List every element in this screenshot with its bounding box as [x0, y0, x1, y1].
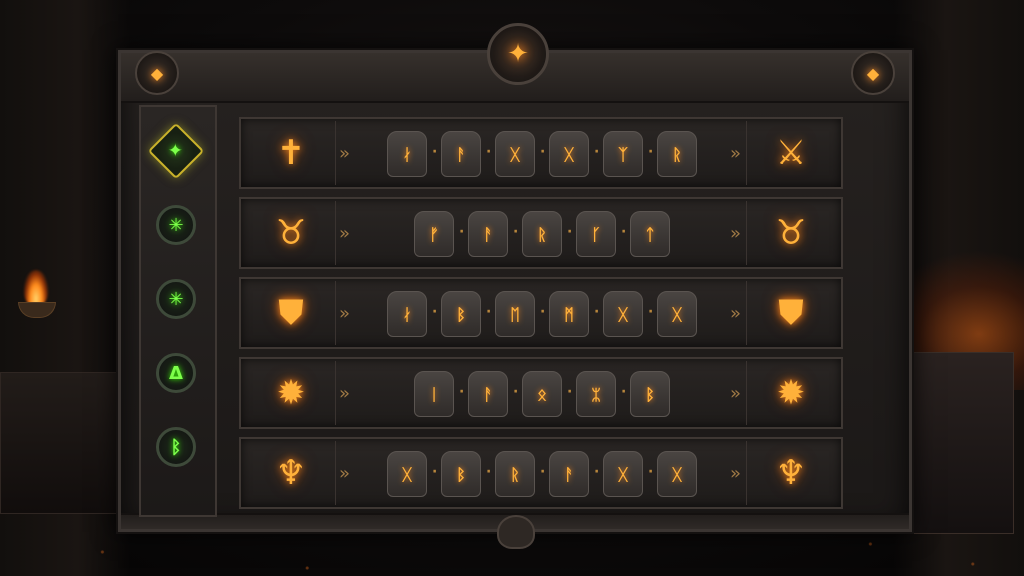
chevron-right-icon: » — [729, 143, 741, 164]
compass-glyph-icon: ✳ — [168, 288, 184, 310]
runestone[interactable]: ᚷ — [387, 451, 427, 497]
chevron-right-icon: » — [729, 223, 741, 244]
ember-gem-icon: ◆ — [135, 51, 179, 95]
runestone[interactable]: ᚱ — [486, 451, 535, 497]
runestone[interactable]: ᛒ — [432, 451, 481, 497]
rune-sequence: ᛅᚨᚷᚷᛉᚱ — [369, 129, 715, 179]
runestone[interactable]: ᚷ — [648, 451, 697, 497]
chevron-right-icon: » — [339, 463, 351, 484]
brazier — [14, 258, 58, 318]
recipe-row[interactable]: ♉»ᚠᚨᚱᚴᛏ»♉ — [239, 197, 843, 269]
brazier-fire — [24, 270, 48, 306]
runestone[interactable]: ᚱ — [513, 211, 562, 257]
trident-icon[interactable]: ♆ — [746, 441, 835, 505]
shield-icon[interactable]: ⛊ — [746, 281, 835, 345]
panel-footer-ornament — [121, 513, 909, 549]
chevron-right-icon: » — [729, 303, 741, 324]
recipe-row[interactable]: ♆»ᚷᛒᚱᚨᚷᚷ»♆ — [239, 437, 843, 509]
runestone[interactable]: ᛉ — [594, 131, 643, 177]
recipe-row[interactable]: ⛊»ᛅᛒᛖᛗᚷᚷ»⛊ — [239, 277, 843, 349]
chevron-right-icon: » — [729, 463, 741, 484]
category-button-4[interactable]: Δ — [156, 353, 196, 393]
runestone[interactable]: ᚨ — [432, 131, 481, 177]
horned-helm-icon[interactable]: ♉ — [746, 201, 835, 265]
b-rune-icon: ᛒ — [170, 436, 182, 458]
runestone[interactable]: ᛏ — [621, 211, 670, 257]
category-button-1[interactable]: ✦ — [147, 122, 205, 180]
category-sidebar: ✦ ✳ ✳ Δ ᛒ — [139, 105, 217, 517]
horned-helm-icon[interactable]: ♉ — [247, 201, 336, 265]
rune-sequence: ᚷᛒᚱᚨᚷᚷ — [369, 449, 715, 499]
recipe-row[interactable]: ✹»ᛁᚨᛟᛯᛒ»✹ — [239, 357, 843, 429]
rune-crafting-panel: ◆ ◆ ✦ ✦✳✳Δᛒ ✝»ᛅᚨᚷᚷᛉᚱ»⚔♉»ᚠᚨᚱᚴᛏ»♉⛊»ᛅᛒᛖᛗᚷᚷ»… — [118, 23, 912, 549]
runestone[interactable]: ᛅ — [387, 131, 427, 177]
runestone[interactable]: ᚨ — [540, 451, 589, 497]
runestone[interactable]: ᚨ — [459, 371, 508, 417]
dagger-cross-icon[interactable]: ✝ — [247, 121, 336, 185]
sunburst-icon[interactable]: ✹ — [247, 361, 336, 425]
runestone[interactable]: ᚷ — [594, 451, 643, 497]
runestone[interactable]: ᛖ — [486, 291, 535, 337]
compass-glyph-icon: ✳ — [168, 214, 184, 236]
runestone[interactable]: ᚴ — [567, 211, 616, 257]
runestone[interactable]: ᛟ — [513, 371, 562, 417]
compass-star-icon: ✦ — [487, 23, 549, 85]
sword-icon[interactable]: ⚔ — [746, 121, 835, 185]
runestone[interactable]: ᛯ — [567, 371, 616, 417]
triangle-rune-icon: Δ — [169, 362, 183, 384]
runestone[interactable]: ᛅ — [387, 291, 427, 337]
runestone[interactable]: ᛁ — [414, 371, 454, 417]
runestone[interactable]: ᚷ — [540, 131, 589, 177]
chevron-right-icon: » — [339, 383, 351, 404]
sunburst-icon[interactable]: ✹ — [746, 361, 835, 425]
chevron-right-icon: » — [339, 143, 351, 164]
left-workbench — [0, 372, 122, 514]
compass-glyph-icon: ✦ — [168, 140, 184, 162]
chevron-right-icon: » — [339, 303, 351, 324]
rune-sequence: ᛅᛒᛖᛗᚷᚷ — [369, 289, 715, 339]
runestone[interactable]: ᚨ — [459, 211, 508, 257]
runestone[interactable]: ᛒ — [432, 291, 481, 337]
category-button-3[interactable]: ✳ — [156, 279, 196, 319]
runestone[interactable]: ᚷ — [648, 291, 697, 337]
chevron-right-icon: » — [339, 223, 351, 244]
trident-icon[interactable]: ♆ — [247, 441, 336, 505]
runestone[interactable]: ᚱ — [648, 131, 697, 177]
rune-sequence: ᚠᚨᚱᚴᛏ — [369, 209, 715, 259]
runestone[interactable]: ᛒ — [621, 371, 670, 417]
category-button-5[interactable]: ᛒ — [156, 427, 196, 467]
recipe-row[interactable]: ✝»ᛅᚨᚷᚷᛉᚱ»⚔ — [239, 117, 843, 189]
ember-gem-icon: ◆ — [851, 51, 895, 95]
brazier-bowl — [18, 302, 56, 318]
category-button-2[interactable]: ✳ — [156, 205, 196, 245]
runestone[interactable]: ᚷ — [594, 291, 643, 337]
runestone[interactable]: ᚷ — [486, 131, 535, 177]
shield-icon[interactable]: ⛊ — [247, 281, 336, 345]
runestone[interactable]: ᛗ — [540, 291, 589, 337]
chevron-right-icon: » — [729, 383, 741, 404]
rune-sequence: ᛁᚨᛟᛯᛒ — [369, 369, 715, 419]
skull-ornament-icon — [497, 515, 535, 549]
runestone[interactable]: ᚠ — [414, 211, 454, 257]
